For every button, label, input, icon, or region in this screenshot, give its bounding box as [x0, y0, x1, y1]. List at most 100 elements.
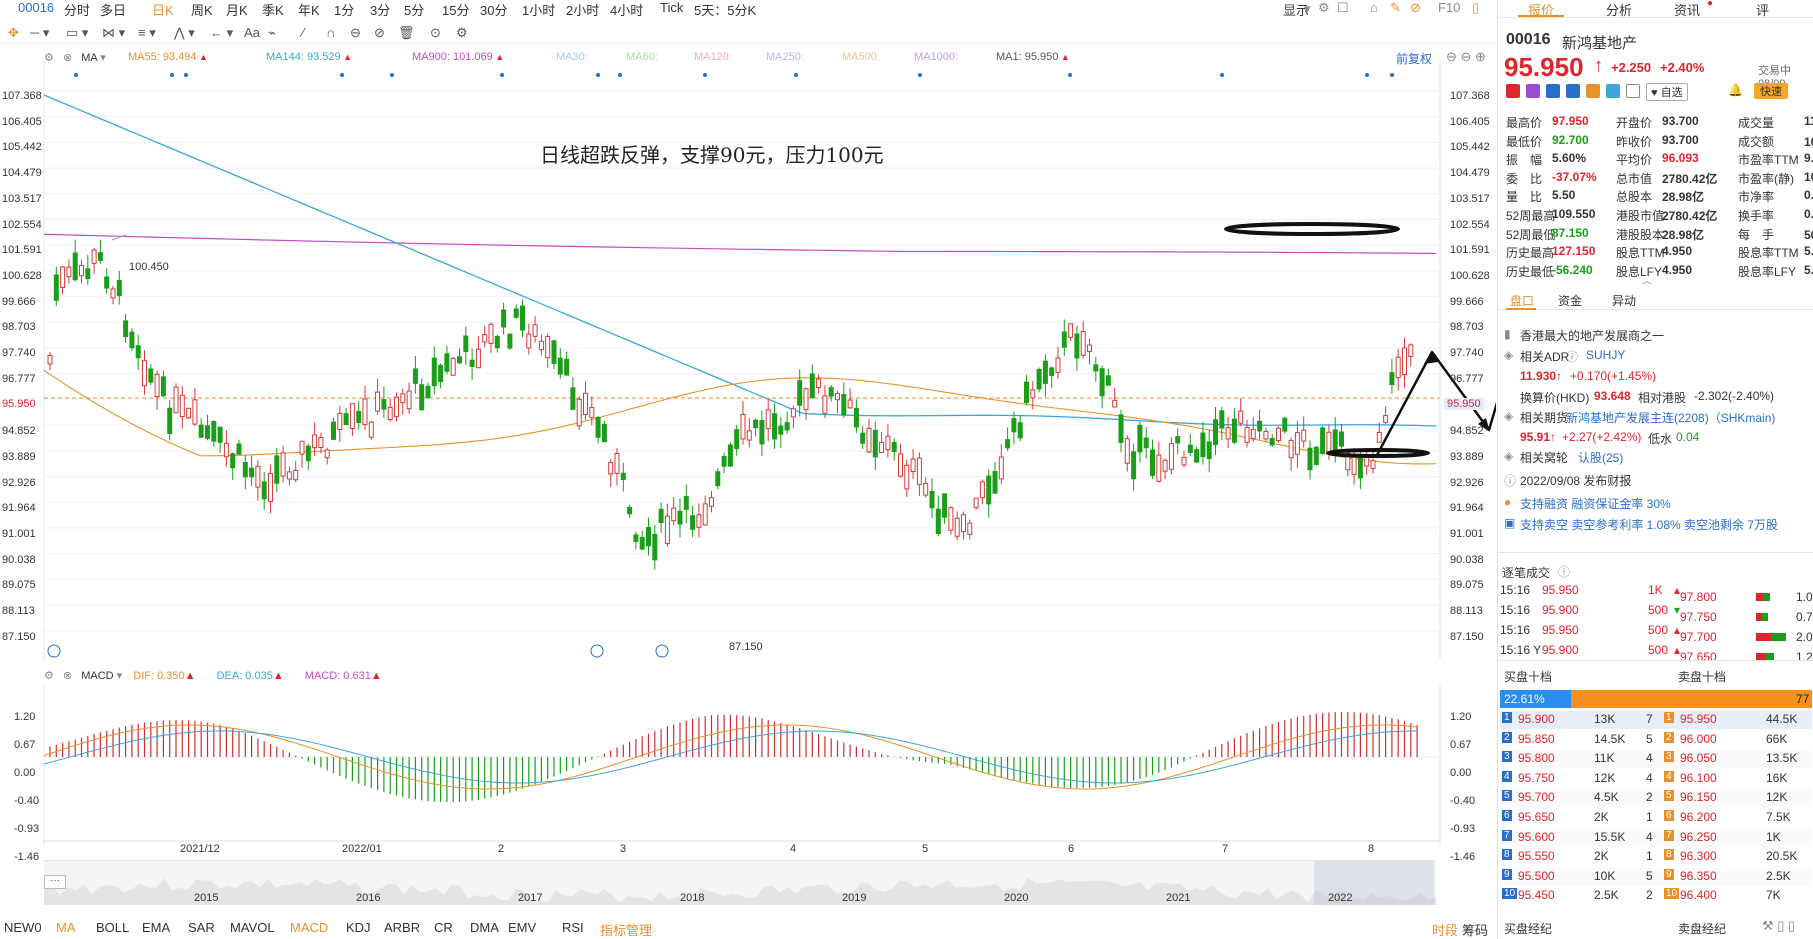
tab-period[interactable]: 5天：5分K	[694, 0, 756, 19]
book-row[interactable]: 4 95.750 12K 4 4 96.100 16K	[1500, 769, 1812, 788]
link-icon[interactable]: ⊘	[1410, 0, 1421, 16]
tab-period[interactable]: 30分	[480, 0, 507, 19]
tool-icons[interactable]: ⚒ ▯ ▯	[1762, 918, 1795, 934]
subtab-funds[interactable]: 资金	[1558, 292, 1582, 309]
ruler-icon[interactable]: ∕	[302, 25, 304, 40]
tag-icon[interactable]	[1606, 84, 1620, 98]
tab-period[interactable]: 1小时	[522, 0, 555, 19]
book-row[interactable]: 3 95.800 11K 4 3 96.050 13.5K	[1500, 750, 1812, 769]
indicator-tab[interactable]: BOLL	[96, 920, 129, 935]
indicator-tab[interactable]: MA	[56, 920, 76, 935]
text-tool[interactable]: Aa	[244, 25, 260, 40]
add-favorite-button[interactable]: ♥ 自选	[1646, 83, 1688, 101]
hide-icon[interactable]: ⊘	[374, 25, 385, 41]
futures-link[interactable]: 新鸿基地产发展主连(2208)（SHKmain)	[1566, 409, 1775, 426]
channel-tool-icon[interactable]: ≡ ▾	[138, 25, 156, 41]
tab-news[interactable]: 资讯	[1674, 0, 1700, 19]
tab-period[interactable]: 周K	[191, 0, 213, 19]
tab-period[interactable]: 日K	[152, 0, 174, 19]
more-icon[interactable]: ···	[44, 875, 66, 889]
rect-tool-icon[interactable]: ▭ ▾	[66, 25, 88, 41]
subtab-depth[interactable]: 盘口	[1510, 292, 1534, 309]
adr-link[interactable]: SUHJY	[1586, 348, 1625, 362]
s-badge-icon[interactable]	[1566, 84, 1580, 98]
settings-icon[interactable]: ⚙	[1318, 0, 1330, 16]
draw-icon[interactable]: ✎	[1390, 0, 1401, 16]
tab-period[interactable]: 月K	[226, 0, 248, 19]
camera-icon[interactable]: ⌂	[1370, 0, 1378, 15]
chart-badge-icon[interactable]	[1586, 84, 1600, 98]
quick-trade-button[interactable]: 快速	[1754, 83, 1788, 99]
magnet-icon[interactable]: ∩	[326, 25, 335, 40]
macd-chart[interactable]	[0, 685, 1496, 845]
subtab-events[interactable]: 异动	[1612, 292, 1636, 309]
book-row[interactable]: 6 95.650 2K 1 6 96.200 7.5K	[1500, 809, 1812, 827]
tab-period[interactable]: 季K	[262, 0, 284, 19]
book-cell: 1K	[1766, 829, 1781, 844]
close-icon[interactable]: ⊗	[63, 670, 72, 682]
layout-icon[interactable]: ☐	[1337, 0, 1349, 16]
indicator-tab[interactable]: MACD	[290, 920, 328, 935]
book-row[interactable]: 8 95.550 2K 1 8 96.300 20.5K	[1500, 848, 1812, 867]
indicator-tab[interactable]: MAVOL	[230, 920, 275, 935]
gear-icon[interactable]: ⚙	[44, 670, 54, 682]
timeline-navigator[interactable]	[44, 860, 1436, 905]
indicator-tab[interactable]: 指标管理	[600, 920, 652, 939]
tab-period[interactable]: 年K	[298, 0, 320, 19]
ask-broker-tab[interactable]: 卖盘经纪	[1678, 920, 1726, 937]
cross-icon[interactable]	[1546, 84, 1560, 98]
lightning-icon[interactable]	[1526, 84, 1540, 98]
indicator-tab[interactable]: DMA	[470, 920, 499, 935]
book-row[interactable]: 7 95.600 15.5K 4 7 96.250 1K	[1500, 828, 1812, 847]
session-button[interactable]: 时段	[1432, 920, 1458, 939]
indicator-tab[interactable]: SAR	[188, 920, 215, 935]
chevron-down-icon[interactable]: ▾	[117, 670, 123, 682]
help-icon[interactable]: ⓘ	[1558, 563, 1570, 580]
tab-period[interactable]: 分时	[64, 0, 90, 19]
chevron-down-icon[interactable]: ▾	[1304, 1, 1311, 17]
tab-period[interactable]: 多日	[100, 0, 126, 19]
lock-icon[interactable]: ⊖	[350, 25, 361, 41]
bell-icon[interactable]: 🔔	[1728, 83, 1743, 97]
bid-broker-tab[interactable]: 买盘经纪	[1504, 920, 1552, 937]
indicator-tab[interactable]: KDJ	[346, 920, 371, 935]
hk-badge-icon[interactable]	[1506, 84, 1520, 98]
tab-period[interactable]: 15分	[442, 0, 469, 19]
chips-button[interactable]: 筹码	[1462, 920, 1488, 939]
tab-period[interactable]: 2小时	[566, 0, 599, 19]
book-row[interactable]: 9 95.500 10K 5 9 96.350 2.5K	[1500, 867, 1812, 886]
toggle-icon[interactable]: ⊙	[430, 25, 441, 41]
note-icon[interactable]: ▯	[1472, 0, 1479, 16]
indicator-tab[interactable]: RSI	[562, 920, 584, 935]
book-row[interactable]: 1 95.900 13K 7 1 95.950 44.5K	[1500, 711, 1812, 729]
help-icon[interactable]: ⓘ	[1566, 348, 1578, 365]
warrant-link[interactable]: 认股(25)	[1578, 449, 1623, 466]
book-row[interactable]: 5 95.700 4.5K 2 5 96.150 12K	[1500, 789, 1812, 808]
f10-button[interactable]: F10	[1438, 0, 1460, 15]
tab-period[interactable]: 1分	[334, 0, 354, 19]
line-tool-icon[interactable]: ─ ▾	[30, 25, 49, 41]
tab-period[interactable]: Tick	[660, 0, 683, 15]
indicator-tab[interactable]: EMV	[508, 920, 536, 935]
wave-tool-icon[interactable]: ⋀ ▾	[174, 25, 195, 41]
doc-icon[interactable]	[1626, 84, 1640, 98]
crosshair-icon[interactable]: ✥	[8, 25, 19, 41]
tab-analysis[interactable]: 分析	[1606, 0, 1632, 19]
book-row[interactable]: 10 95.450 2.5K 2 10 96.400 7K	[1500, 887, 1812, 906]
tab-comment[interactable]: 评	[1756, 0, 1769, 19]
indicator-tab[interactable]: EMA	[142, 920, 170, 935]
arrow-tool-icon[interactable]: ← ▾	[210, 25, 233, 41]
stock-code[interactable]: 00016	[18, 0, 54, 15]
book-row[interactable]: 2 95.850 14.5K 5 2 96.000 66K	[1500, 730, 1812, 749]
indicator-tab[interactable]: NEW0	[4, 920, 42, 935]
tab-period[interactable]: 3分	[370, 0, 390, 19]
gear-icon[interactable]: ⚙	[456, 25, 468, 41]
indicator-tab[interactable]: ARBR	[384, 920, 420, 935]
indicator-tab[interactable]: CR	[434, 920, 453, 935]
tab-period[interactable]: 5分	[404, 0, 424, 19]
tab-period[interactable]: 4小时	[610, 0, 643, 19]
brush-icon[interactable]: ⌁	[268, 25, 276, 41]
fib-tool-icon[interactable]: ⋈ ▾	[102, 25, 125, 41]
trash-icon[interactable]: 🗑	[398, 25, 415, 41]
collapse-icon[interactable]: ︿	[1642, 272, 1652, 287]
